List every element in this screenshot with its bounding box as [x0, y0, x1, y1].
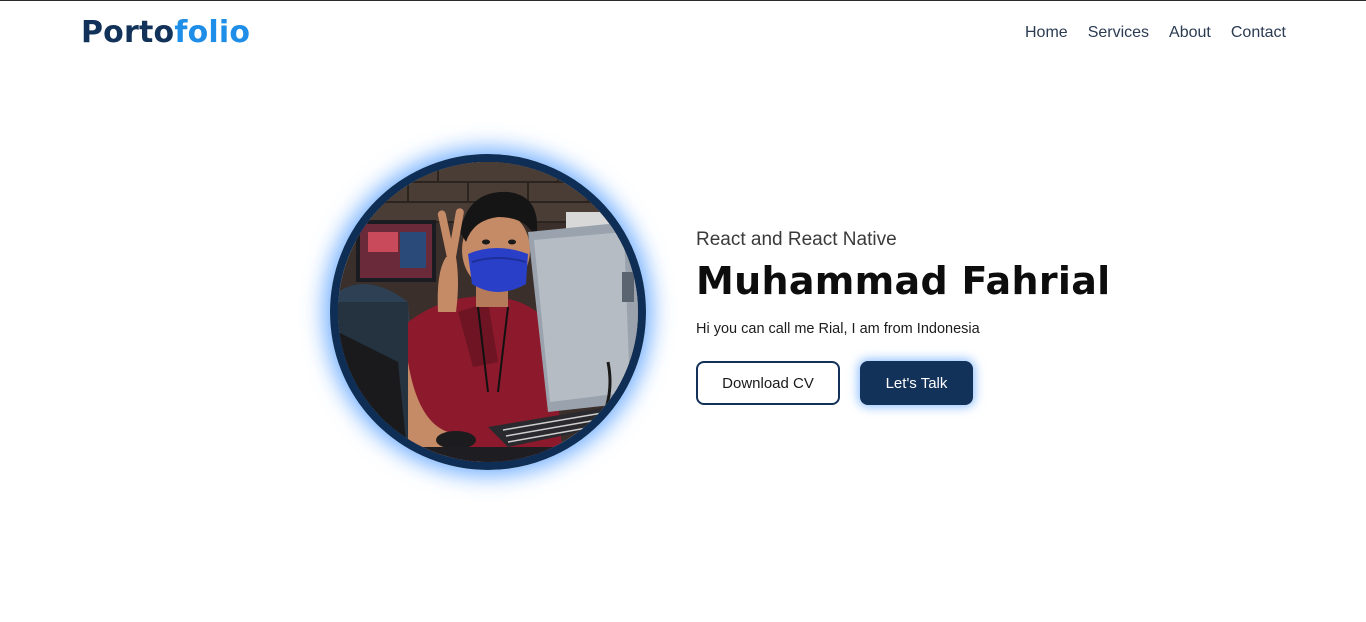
- hero-intro: Hi you can call me Rial, I am from Indon…: [696, 321, 980, 337]
- hero-buttons: Download CV Let's Talk: [696, 361, 1111, 405]
- navbar: Portofolio Home Services About Contact: [0, 1, 1366, 67]
- profile-photo-glow: [330, 154, 646, 470]
- brand-logo-part2: folio: [174, 15, 251, 50]
- nav-link-home[interactable]: Home: [1025, 24, 1068, 42]
- brand-logo[interactable]: Portofolio: [81, 15, 250, 50]
- hero-section: React and React Native Muhammad Fahrial …: [696, 229, 1111, 405]
- hero-subtitle: React and React Native: [696, 229, 897, 250]
- nav-link-about[interactable]: About: [1169, 24, 1211, 42]
- brand-logo-part1: Porto: [81, 15, 175, 50]
- lets-talk-button[interactable]: Let's Talk: [860, 361, 973, 405]
- hero-name: Muhammad Fahrial: [696, 259, 1111, 303]
- nav-menu: Home Services About Contact: [1025, 24, 1286, 42]
- nav-link-services[interactable]: Services: [1088, 24, 1149, 42]
- download-cv-button[interactable]: Download CV: [696, 361, 840, 405]
- profile-photo: [330, 154, 646, 470]
- nav-link-contact[interactable]: Contact: [1231, 24, 1286, 42]
